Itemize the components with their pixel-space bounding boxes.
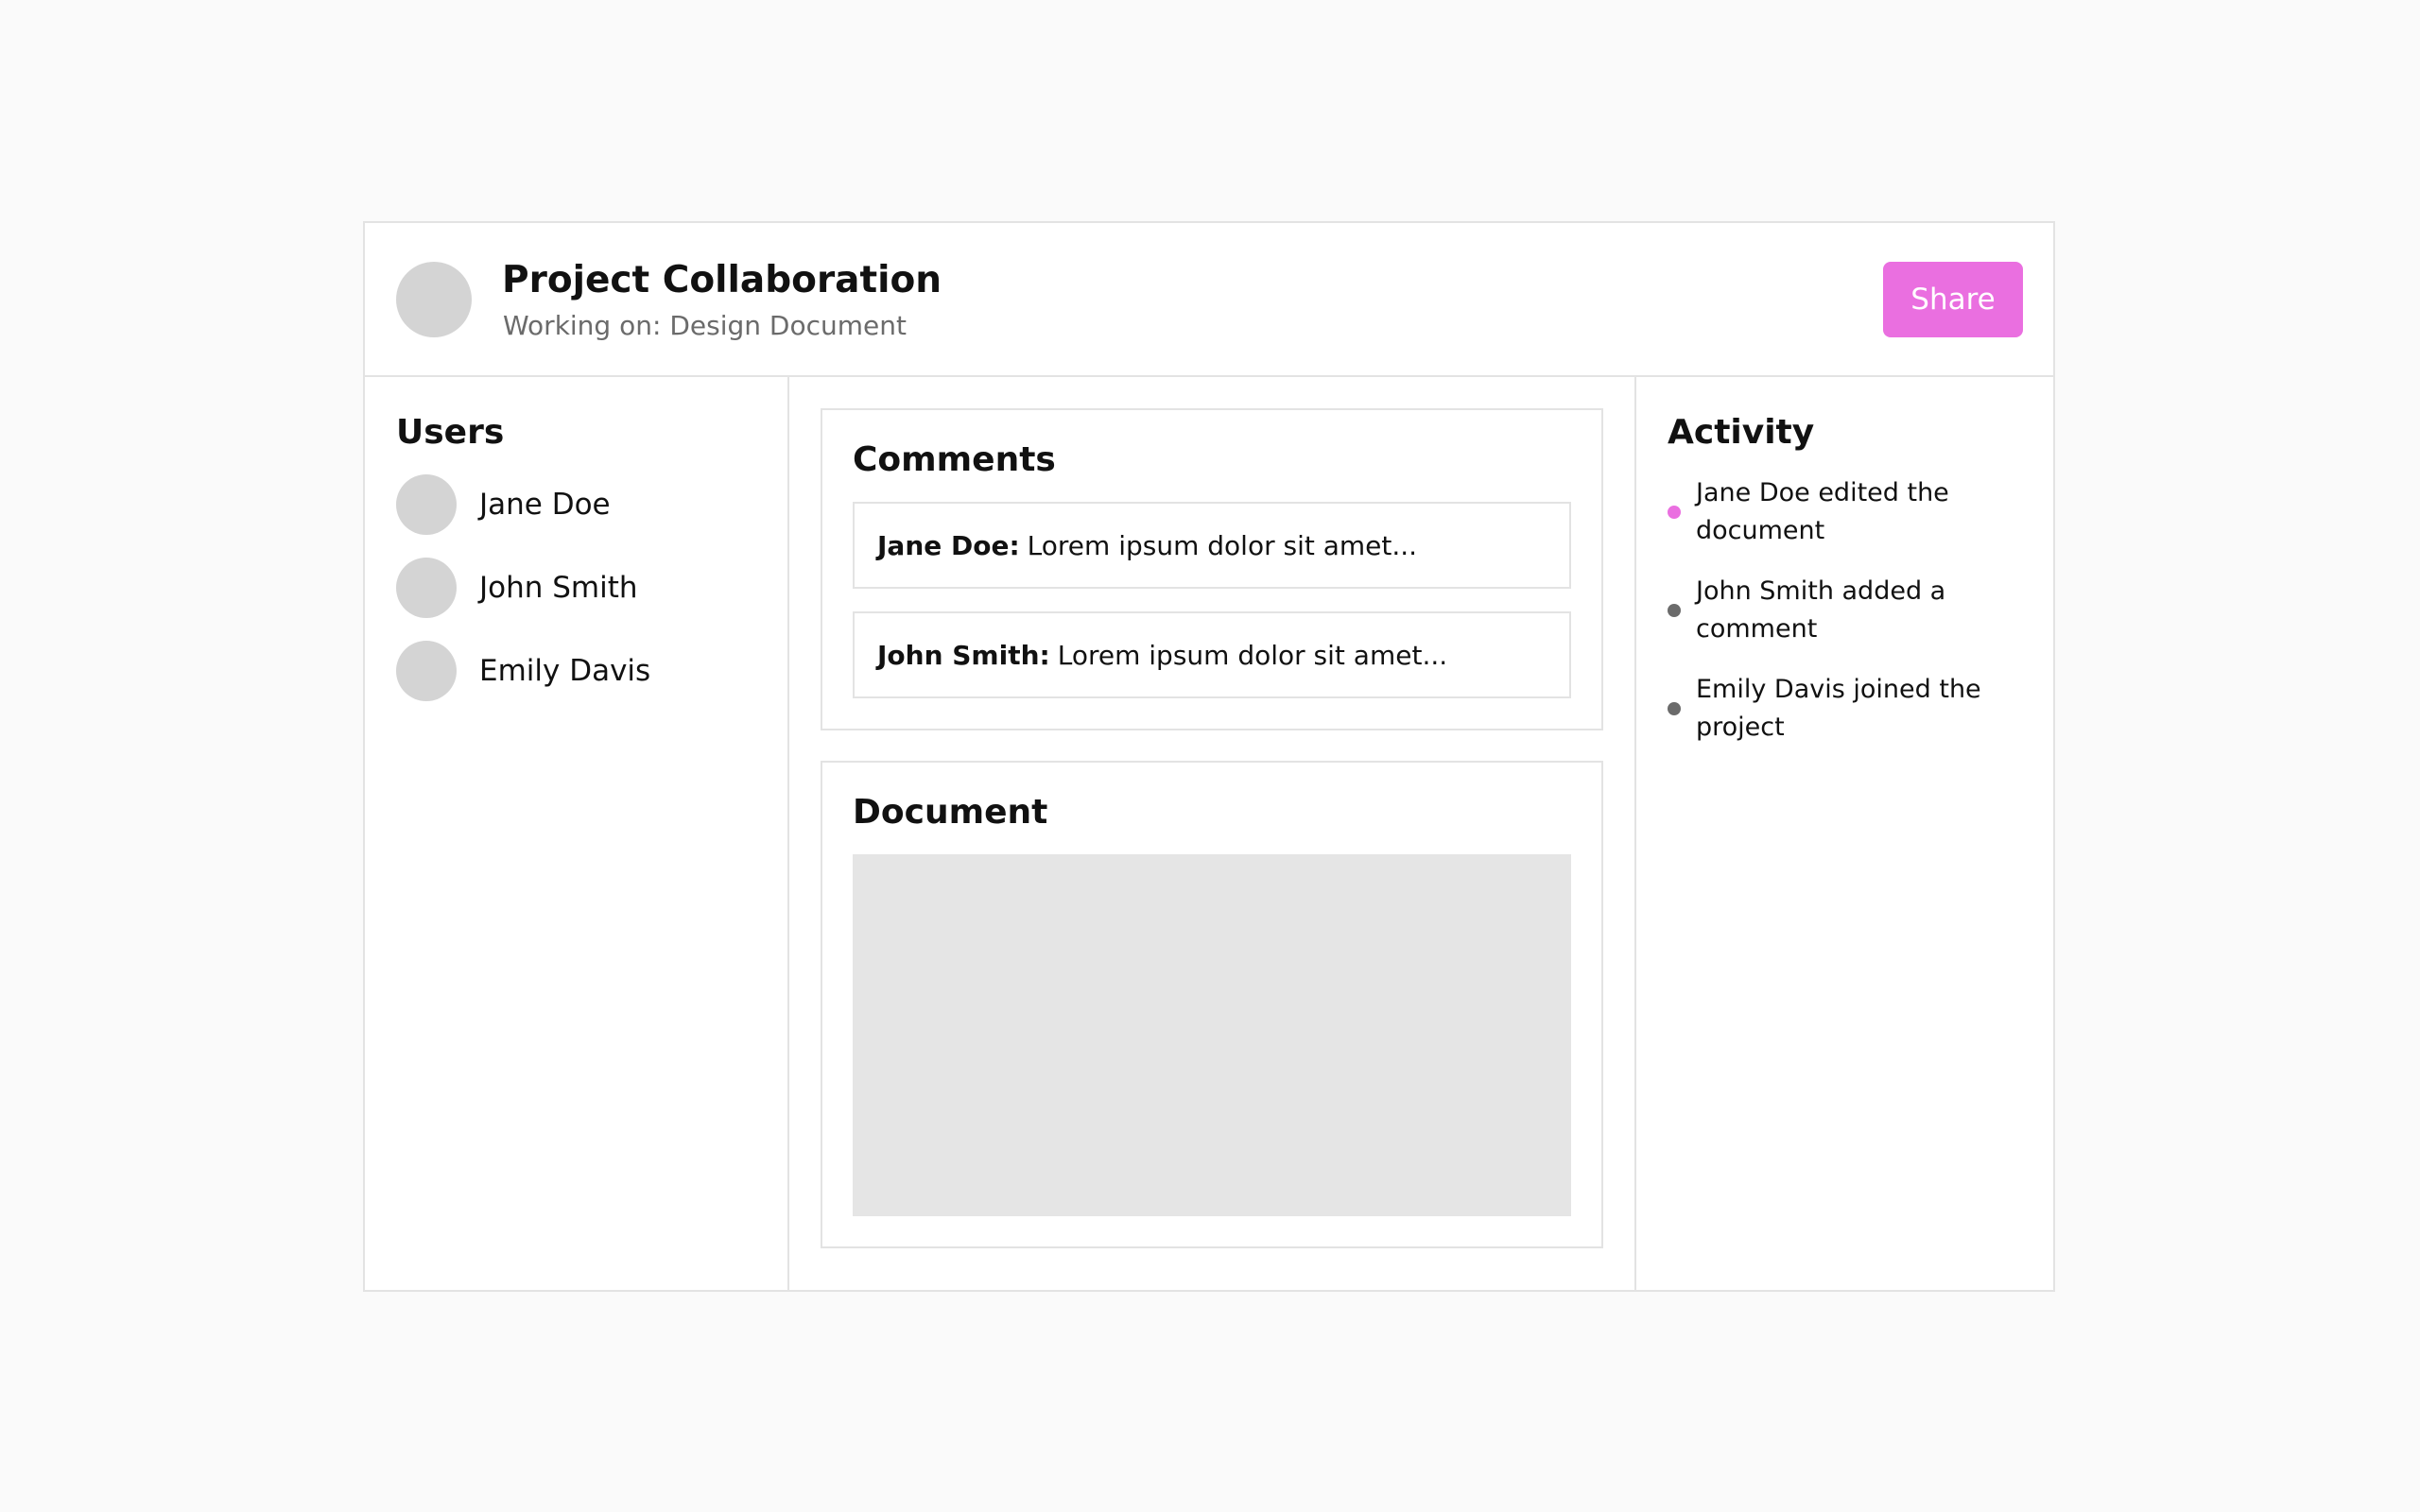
document-preview[interactable] (853, 854, 1571, 1216)
comment-author: Jane Doe: (877, 529, 1020, 561)
share-button[interactable]: Share (1883, 262, 2023, 337)
activity-item: John Smith added a comment (1668, 573, 2022, 648)
page-title: Project Collaboration (502, 259, 942, 301)
activity-text: Jane Doe edited the document (1696, 478, 1949, 545)
user-name: Emily Davis (479, 654, 651, 688)
project-avatar (396, 262, 472, 337)
app-header: Project Collaboration Working on: Design… (365, 223, 2053, 377)
users-panel-title: Users (396, 413, 505, 452)
activity-dot-icon (1668, 506, 1681, 519)
page-subtitle: Working on: Design Document (503, 310, 907, 341)
activity-item: Emily Davis joined the project (1668, 671, 2022, 747)
app-body: Users Jane Doe John Smith Emily Davis Co… (365, 377, 2053, 1290)
document-card: Document (821, 761, 1603, 1248)
document-title: Document (853, 793, 1048, 832)
avatar (396, 558, 457, 618)
activity-panel: Activity Jane Doe edited the document Jo… (1636, 377, 2053, 1290)
activity-dot-icon (1668, 702, 1681, 715)
user-item-emily-davis[interactable]: Emily Davis (396, 641, 756, 701)
users-panel: Users Jane Doe John Smith Emily Davis (365, 377, 789, 1290)
collaboration-app: Project Collaboration Working on: Design… (363, 221, 2055, 1292)
comment-author: John Smith: (877, 639, 1050, 671)
activity-text: Emily Davis joined the project (1696, 675, 1981, 742)
comments-card: Comments Jane Doe: Lorem ipsum dolor sit… (821, 408, 1603, 730)
comment-text: Lorem ipsum dolor sit amet... (1057, 639, 1448, 671)
user-item-john-smith[interactable]: John Smith (396, 558, 756, 618)
activity-dot-icon (1668, 604, 1681, 617)
activity-title: Activity (1668, 413, 1815, 452)
activity-text: John Smith added a comment (1696, 576, 1946, 644)
user-item-jane-doe[interactable]: Jane Doe (396, 474, 756, 535)
comment-item[interactable]: John Smith: Lorem ipsum dolor sit amet..… (853, 611, 1571, 698)
main-panel: Comments Jane Doe: Lorem ipsum dolor sit… (789, 377, 1636, 1290)
avatar (396, 474, 457, 535)
avatar (396, 641, 457, 701)
comment-item[interactable]: Jane Doe: Lorem ipsum dolor sit amet... (853, 502, 1571, 589)
comments-title: Comments (853, 440, 1056, 479)
user-name: Jane Doe (479, 488, 611, 522)
comment-text: Lorem ipsum dolor sit amet... (1027, 529, 1418, 561)
activity-item: Jane Doe edited the document (1668, 474, 2022, 550)
user-name: John Smith (479, 571, 638, 605)
